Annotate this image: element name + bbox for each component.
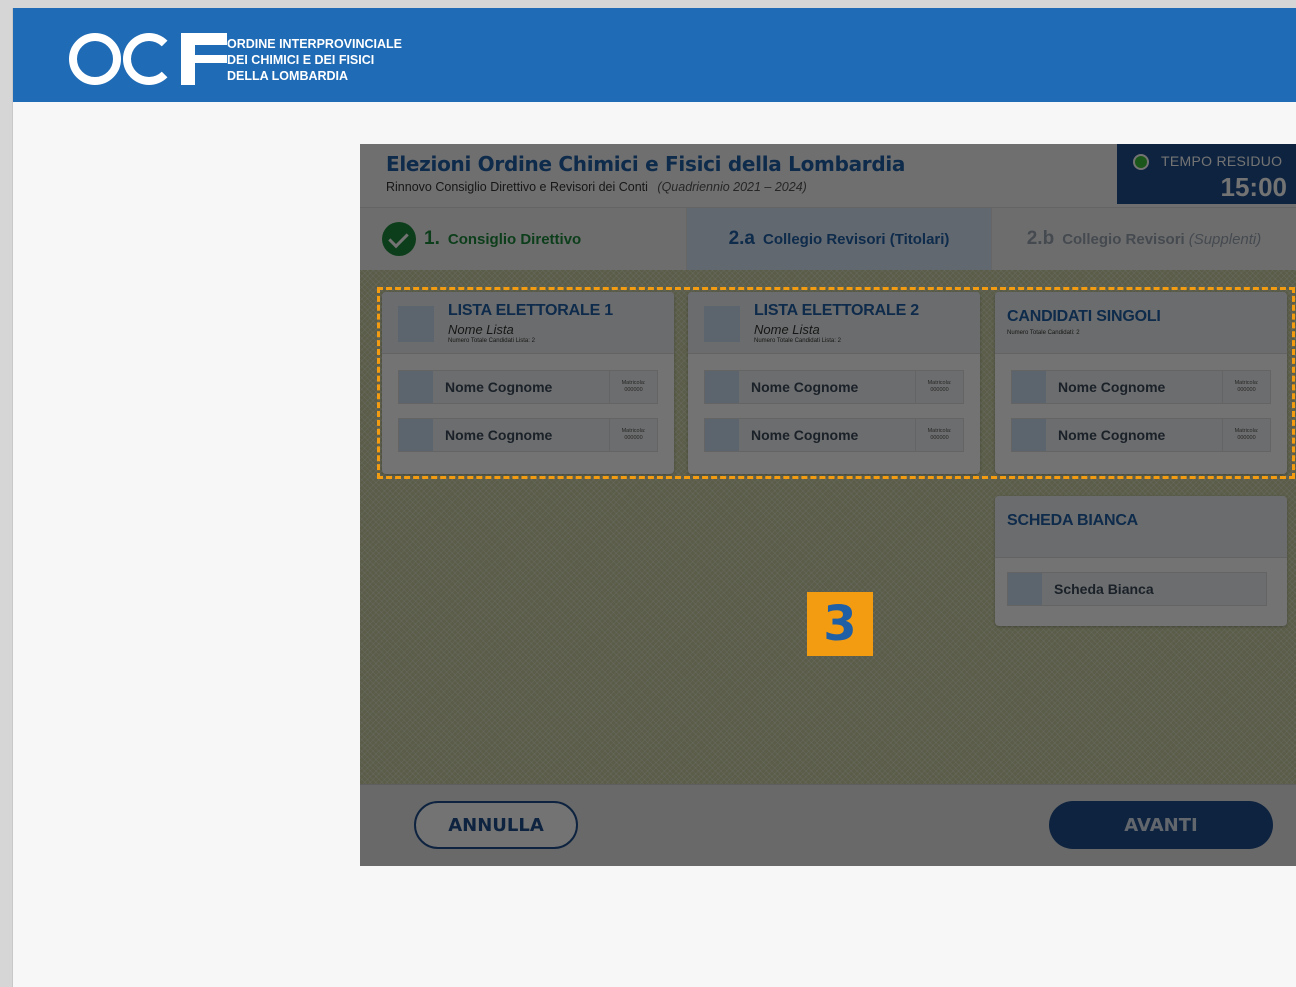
tab-step-1[interactable]: 1. Consiglio Direttivo xyxy=(360,208,687,270)
candidate-name: Nome Cognome xyxy=(445,379,553,395)
list-name: Nome Lista xyxy=(754,322,820,337)
list-title: CANDIDATI SINGOLI xyxy=(1007,308,1161,325)
candidate-checkbox[interactable] xyxy=(399,371,433,403)
tab-step-2a[interactable]: 2.a Collegio Revisori (Titolari) xyxy=(687,208,992,270)
candidate-checkbox[interactable] xyxy=(1012,371,1046,403)
org-line-3: DELLA LOMBARDIA xyxy=(227,69,349,83)
candidate-name: Nome Cognome xyxy=(751,379,859,395)
candidate-matricola: Matricola: 000000 xyxy=(1222,419,1270,451)
candidate-row[interactable]: Nome Cognome Matricola: 000000 xyxy=(1011,418,1271,452)
logo-letter-c xyxy=(123,33,175,85)
list-candidate-count: Numero Totale Candidati: 2 xyxy=(1007,330,1080,336)
list-select-checkbox[interactable] xyxy=(704,306,740,342)
tutorial-step-badge: 3 xyxy=(807,592,873,656)
countdown-timer: TEMPO RESIDUO 15:00 xyxy=(1117,144,1296,204)
next-button[interactable]: AVANTI xyxy=(1049,801,1273,849)
blank-ballot-title: SCHEDA BIANCA xyxy=(1007,512,1139,529)
matricola-label: Matricola: xyxy=(1234,428,1259,434)
list-candidate-count: Numero Totale Candidati Lista: 2 xyxy=(448,338,535,344)
list-select-checkbox[interactable] xyxy=(398,306,434,342)
step-tabs: 1. Consiglio Direttivo 2.a Collegio Revi… xyxy=(360,208,1296,270)
page-subtitle: Rinnovo Consiglio Direttivo e Revisori d… xyxy=(386,180,807,194)
candidate-matricola: Matricola: 000000 xyxy=(915,371,963,403)
ocf-logo xyxy=(69,30,227,88)
candidate-matricola: Matricola: 000000 xyxy=(609,419,657,451)
step-number: 2.a xyxy=(728,228,755,249)
candidate-matricola: Matricola: 000000 xyxy=(609,371,657,403)
matricola-label: Matricola: xyxy=(927,428,952,434)
candidate-name: Nome Cognome xyxy=(1058,379,1166,395)
candidate-checkbox[interactable] xyxy=(1012,419,1046,451)
timer-value: 15:00 xyxy=(1220,172,1288,202)
candidate-row[interactable]: Nome Cognome Matricola: 000000 xyxy=(1011,370,1271,404)
matricola-label: Matricola: xyxy=(927,380,952,386)
page: ORDINE INTERPROVINCIALE DEI CHIMICI E DE… xyxy=(12,8,1296,987)
candidate-matricola: Matricola: 000000 xyxy=(915,419,963,451)
candidate-checkbox[interactable] xyxy=(705,419,739,451)
matricola-label: Matricola: xyxy=(621,428,646,434)
candidate-row[interactable]: Nome Cognome Matricola: 000000 xyxy=(704,370,964,404)
matricola-label: Matricola: xyxy=(1234,380,1259,386)
timer-label: TEMPO RESIDUO xyxy=(1161,153,1283,169)
candidate-checkbox[interactable] xyxy=(705,371,739,403)
candidate-matricola: Matricola: 000000 xyxy=(1222,371,1270,403)
voting-app: Elezioni Ordine Chimici e Fisici della L… xyxy=(360,144,1296,866)
step-label-muted: (Supplenti) xyxy=(1188,230,1262,248)
candidate-row[interactable]: Nome Cognome Matricola: 000000 xyxy=(704,418,964,452)
period-text: (Quadriennio 2021 – 2024) xyxy=(657,180,807,194)
subtitle-text: Rinnovo Consiglio Direttivo e Revisori d… xyxy=(386,180,648,194)
org-name: ORDINE INTERPROVINCIALE DEI CHIMICI E DE… xyxy=(227,36,402,84)
matricola-value: 000000 xyxy=(930,435,949,441)
list-name: Nome Lista xyxy=(448,322,514,337)
matricola-label: Matricola: xyxy=(621,380,646,386)
checkmark-icon xyxy=(382,222,416,256)
matricola-value: 000000 xyxy=(624,387,643,393)
matricola-value: 000000 xyxy=(1237,435,1256,441)
step-label: Consiglio Direttivo xyxy=(447,230,582,248)
page-title: Elezioni Ordine Chimici e Fisici della L… xyxy=(386,152,906,176)
step-label: Collegio Revisori (Titolari) xyxy=(763,230,950,248)
blank-ballot-option[interactable]: Scheda Bianca xyxy=(1007,572,1267,606)
blank-ballot-card: SCHEDA BIANCA Scheda Bianca xyxy=(995,496,1287,626)
app-header: Elezioni Ordine Chimici e Fisici della L… xyxy=(360,144,1296,208)
candidate-name: Nome Cognome xyxy=(751,427,859,443)
candidate-row[interactable]: Nome Cognome Matricola: 000000 xyxy=(398,418,658,452)
list-card-header[interactable]: LISTA ELETTORALE 2 Nome Lista Numero Tot… xyxy=(688,292,980,354)
action-footer: ANNULLA AVANTI xyxy=(360,784,1296,866)
org-line-2: DEI CHIMICI E DEI FISICI xyxy=(227,53,375,67)
list-card-header: CANDIDATI SINGOLI Numero Totale Candidat… xyxy=(995,292,1287,354)
candidate-name: Nome Cognome xyxy=(445,427,553,443)
single-candidates-card: CANDIDATI SINGOLI Numero Totale Candidat… xyxy=(995,292,1287,474)
cancel-button[interactable]: ANNULLA xyxy=(414,801,578,849)
matricola-value: 000000 xyxy=(930,387,949,393)
blank-ballot-header: SCHEDA BIANCA xyxy=(995,496,1287,558)
blank-ballot-checkbox[interactable] xyxy=(1008,573,1042,605)
step-number: 2.b xyxy=(1026,228,1055,249)
list-card-2: LISTA ELETTORALE 2 Nome Lista Numero Tot… xyxy=(688,292,980,474)
candidate-row[interactable]: Nome Cognome Matricola: 000000 xyxy=(398,370,658,404)
candidate-name: Nome Cognome xyxy=(1058,427,1166,443)
list-card-header[interactable]: LISTA ELETTORALE 1 Nome Lista Numero Tot… xyxy=(382,292,674,354)
matricola-value: 000000 xyxy=(624,435,643,441)
org-line-1: ORDINE INTERPROVINCIALE xyxy=(227,37,403,51)
list-card-1: LISTA ELETTORALE 1 Nome Lista Numero Tot… xyxy=(382,292,674,474)
matricola-value: 000000 xyxy=(1237,387,1256,393)
step-label: Collegio Revisori xyxy=(1062,230,1185,248)
step-number: 1. xyxy=(424,228,440,249)
list-title: LISTA ELETTORALE 2 xyxy=(754,302,920,319)
logo-letter-o xyxy=(69,33,121,85)
list-title: LISTA ELETTORALE 1 xyxy=(448,302,614,319)
candidate-checkbox[interactable] xyxy=(399,419,433,451)
list-candidate-count: Numero Totale Candidati Lista: 2 xyxy=(754,338,841,344)
tab-step-2b[interactable]: 2.b Collegio Revisori (Supplenti) xyxy=(992,208,1296,270)
logo-letter-f xyxy=(181,33,227,85)
ballot-area: LISTA ELETTORALE 1 Nome Lista Numero Tot… xyxy=(360,270,1296,784)
blank-ballot-label: Scheda Bianca xyxy=(1054,581,1154,597)
top-bar: ORDINE INTERPROVINCIALE DEI CHIMICI E DE… xyxy=(13,8,1296,102)
status-dot-icon xyxy=(1133,154,1149,170)
